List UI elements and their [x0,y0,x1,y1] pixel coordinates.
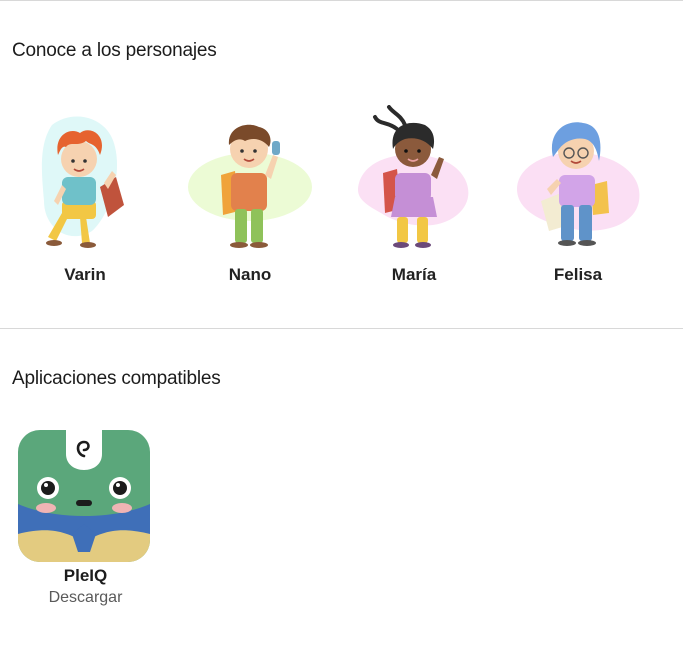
character-name: Nano [228,265,272,284]
boy-brown-hair-icon [188,124,312,248]
apps-section-title: Aplicaciones compatibles [12,368,221,389]
girl-braids-icon [357,105,469,248]
characters-section-title: Conoce a los personajes [12,40,217,61]
app-name: PleIQ [63,566,108,585]
character-name: Varin [64,265,106,284]
top-divider [0,0,683,1]
girl-blue-hair-glasses-icon [517,122,640,246]
app-card-pleiq[interactable]: PleIQ Descargar [18,430,153,607]
character-card-varin[interactable]: Varin [10,105,160,290]
character-card-felisa[interactable]: Felisa [503,105,653,290]
character-name: María [391,265,437,284]
character-name: Felisa [553,265,603,284]
character-card-maria[interactable]: María [339,105,489,290]
character-card-nano[interactable]: Nano [175,105,325,290]
characters-list: Varin Nano María Felisa [0,105,683,295]
boy-curly-red-hair-icon [41,116,124,248]
pleiq-app-icon [18,430,150,562]
section-divider [0,328,683,329]
download-link[interactable]: Descargar [18,589,153,607]
